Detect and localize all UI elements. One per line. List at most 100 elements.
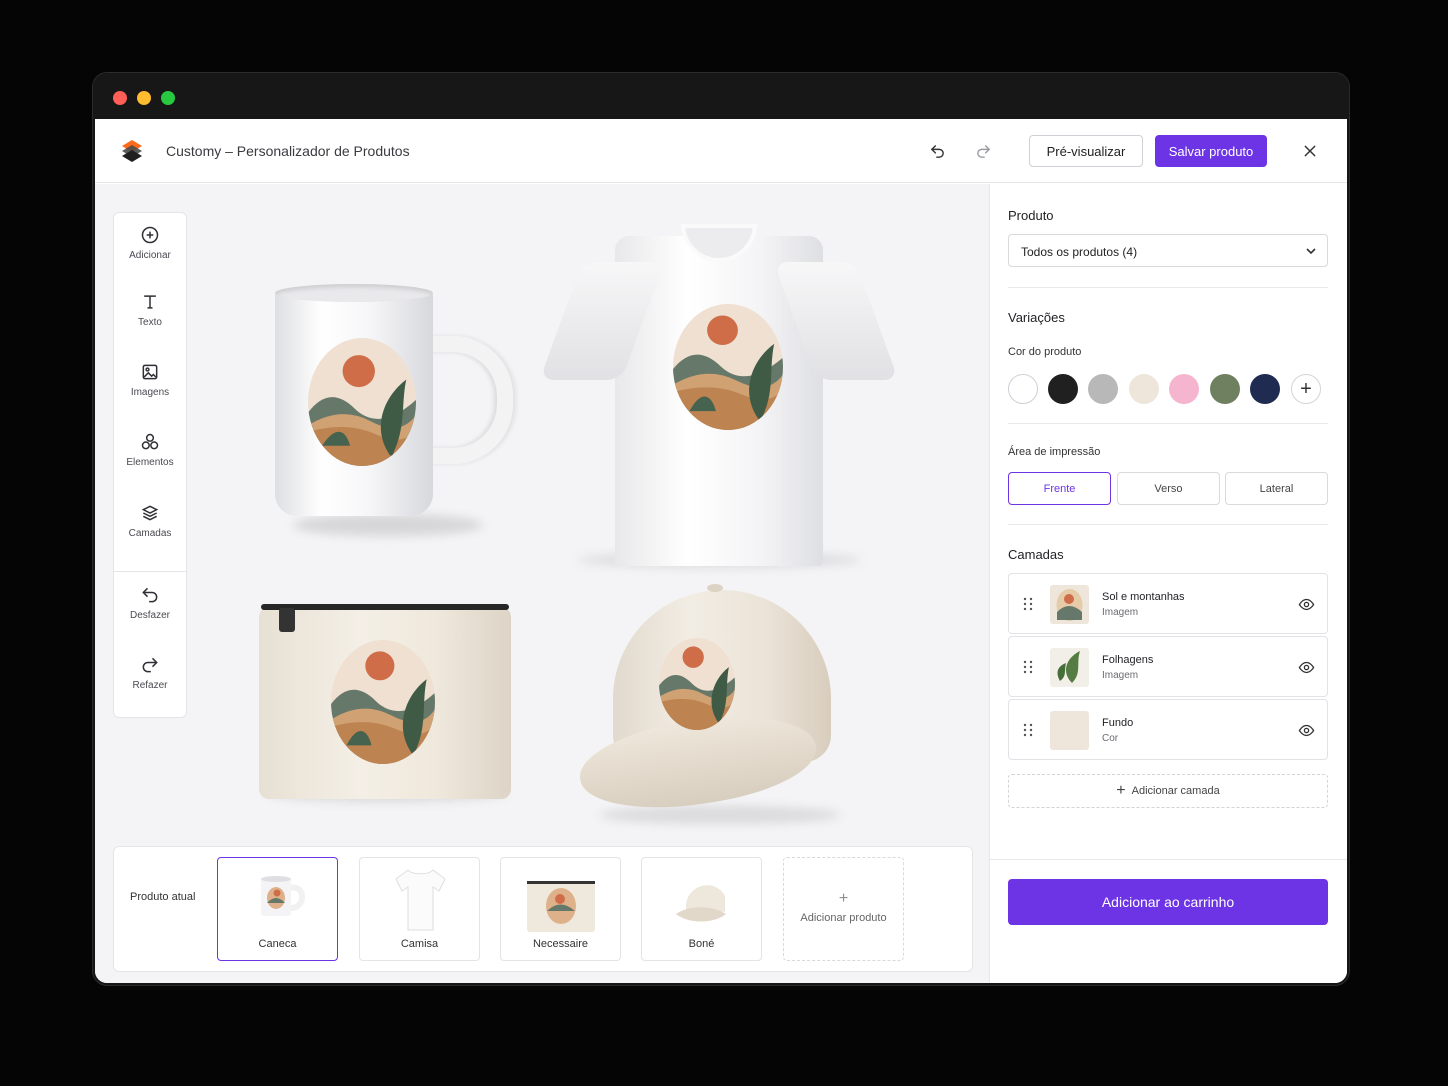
- layers-section-title: Camadas: [1008, 547, 1064, 562]
- sidebar-footer-divider: [990, 859, 1347, 860]
- save-product-button[interactable]: Salvar produto: [1155, 135, 1267, 167]
- color-swatch-cream[interactable]: [1129, 374, 1159, 404]
- preview-button[interactable]: Pré-visualizar: [1029, 135, 1143, 167]
- close-icon[interactable]: [1298, 139, 1322, 163]
- top-header: Customy – Personalizador de Produtos Pré…: [95, 119, 1347, 183]
- add-circle-icon: [141, 226, 159, 244]
- section-divider: [1008, 287, 1328, 288]
- app-window: Customy – Personalizador de Produtos Pré…: [93, 73, 1349, 985]
- toolbar-redo-label: Refazer: [132, 680, 168, 691]
- left-toolbar: Adicionar Texto Imagens Elementos Camada…: [113, 212, 187, 718]
- product-thumb-caneca[interactable]: Caneca: [217, 857, 338, 961]
- product-section-title: Produto: [1008, 208, 1054, 223]
- product-customizer-app: Customy – Personalizador de Produtos Pré…: [95, 119, 1347, 983]
- add-product-button[interactable]: + Adicionar produto: [783, 857, 904, 961]
- tshirt-product-preview[interactable]: [539, 212, 899, 568]
- color-swatch-pink[interactable]: [1169, 374, 1199, 404]
- add-product-label: Adicionar produto: [800, 912, 887, 924]
- layer-name: Fundo: [1102, 717, 1134, 729]
- product-thumb-necessaire[interactable]: Necessaire: [500, 857, 621, 961]
- text-icon: [144, 295, 156, 309]
- undo-icon: [142, 587, 158, 603]
- toolbar-add-label: Adicionar: [129, 250, 171, 261]
- undo-icon[interactable]: [925, 139, 949, 163]
- image-icon: [142, 364, 158, 380]
- toolbar-redo-button[interactable]: Refazer: [114, 643, 186, 703]
- product-thumb-bone[interactable]: Boné: [641, 857, 762, 961]
- redo-icon[interactable]: [971, 139, 995, 163]
- drag-handle-icon[interactable]: [1023, 723, 1033, 737]
- right-sidebar: Produto Todos os produtos (4) Variações …: [989, 184, 1347, 983]
- cap-thumbnail-icon: [676, 885, 726, 922]
- layer-name: Folhagens: [1102, 654, 1154, 666]
- product-select[interactable]: Todos os produtos (4): [1008, 234, 1328, 267]
- layers-icon: [141, 505, 159, 521]
- color-swatch-gray[interactable]: [1088, 374, 1118, 404]
- toolbar-text-label: Texto: [138, 317, 162, 328]
- toolbar-layers-label: Camadas: [128, 528, 172, 539]
- color-swatch-black[interactable]: [1048, 374, 1078, 404]
- print-area-label: Área de impressão: [1008, 446, 1101, 458]
- shapes-icon: [141, 433, 159, 450]
- window-minimize-control[interactable]: [137, 91, 151, 105]
- variations-title: Variações: [1008, 310, 1065, 325]
- pouch-product-preview[interactable]: [255, 602, 517, 802]
- toolbar-divider: [114, 571, 186, 572]
- toolbar-add-button[interactable]: Adicionar: [114, 213, 186, 273]
- product-thumb-necessaire-label: Necessaire: [532, 938, 589, 950]
- product-thumb-camisa-label: Camisa: [400, 938, 439, 950]
- product-thumb-camisa[interactable]: Camisa: [359, 857, 480, 961]
- pouch-print-design: [331, 640, 435, 764]
- toolbar-undo-button[interactable]: Desfazer: [114, 573, 186, 633]
- window-maximize-control[interactable]: [161, 91, 175, 105]
- drag-handle-icon[interactable]: [1023, 660, 1033, 674]
- layer-thumbnail-color: [1050, 711, 1089, 750]
- current-product-label: Produto atual: [130, 891, 196, 903]
- layer-thumbnail-image: [1050, 585, 1089, 624]
- redo-icon: [142, 657, 158, 673]
- toolbar-undo-label: Desfazer: [129, 610, 170, 621]
- design-canvas[interactable]: Adicionar Texto Imagens Elementos Camada…: [95, 184, 989, 983]
- toolbar-images-button[interactable]: Imagens: [114, 350, 186, 410]
- eye-icon[interactable]: [1298, 659, 1315, 676]
- product-selector-bar: Produto atual Caneca Camisa Necessaire B…: [113, 846, 973, 972]
- tshirt-thumbnail-icon: [395, 869, 446, 931]
- chevron-down-icon: [1306, 248, 1316, 255]
- pouch-thumbnail-icon: [527, 881, 595, 932]
- window-close-control[interactable]: [113, 91, 127, 105]
- layer-foliage[interactable]: Folhagens Imagem: [1008, 636, 1328, 697]
- print-area-side-button[interactable]: Lateral: [1225, 472, 1328, 505]
- layer-background[interactable]: Fundo Cor: [1008, 699, 1328, 760]
- color-swatch-white[interactable]: [1008, 374, 1038, 404]
- print-area-back-button[interactable]: Verso: [1117, 472, 1220, 505]
- cap-print-design: [659, 638, 735, 730]
- customy-logo: [122, 140, 142, 162]
- color-swatch-green[interactable]: [1210, 374, 1240, 404]
- toolbar-elements-button[interactable]: Elementos: [114, 420, 186, 480]
- layer-sun-mountains[interactable]: Sol e montanhas Imagem: [1008, 573, 1328, 634]
- toolbar-elements-label: Elementos: [126, 457, 174, 468]
- cap-product-preview[interactable]: [574, 580, 851, 828]
- add-layer-button[interactable]: + Adicionar camada: [1008, 774, 1328, 808]
- add-color-button[interactable]: +: [1291, 374, 1321, 404]
- product-thumb-caneca-label: Caneca: [258, 938, 297, 950]
- layer-name: Sol e montanhas: [1102, 591, 1185, 603]
- color-swatch-navy[interactable]: [1250, 374, 1280, 404]
- drag-handle-icon[interactable]: [1023, 597, 1033, 611]
- eye-icon[interactable]: [1298, 722, 1315, 739]
- plus-icon: +: [838, 890, 849, 907]
- mug-product-preview[interactable]: [265, 284, 527, 536]
- toolbar-layers-button[interactable]: Camadas: [114, 491, 186, 551]
- eye-icon[interactable]: [1298, 596, 1315, 613]
- section-divider: [1008, 423, 1328, 424]
- mug-print-design: [308, 338, 416, 466]
- product-color-label: Cor do produto: [1008, 346, 1082, 358]
- toolbar-text-button[interactable]: Texto: [114, 280, 186, 340]
- add-to-cart-button[interactable]: Adicionar ao carrinho: [1008, 879, 1328, 925]
- window-titlebar: [93, 73, 1349, 119]
- toolbar-images-label: Imagens: [130, 387, 170, 398]
- layer-thumbnail-foliage: [1050, 648, 1089, 687]
- print-area-front-button[interactable]: Frente: [1008, 472, 1111, 505]
- mug-thumbnail-icon: [261, 876, 305, 916]
- add-layer-label: Adicionar camada: [1131, 785, 1220, 797]
